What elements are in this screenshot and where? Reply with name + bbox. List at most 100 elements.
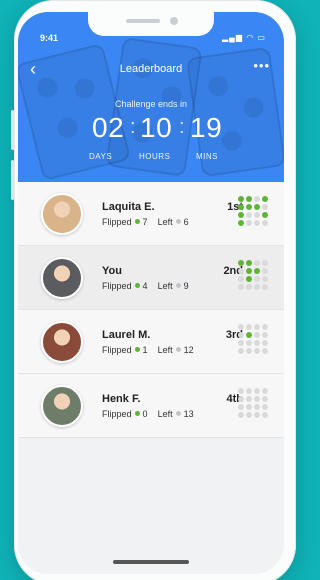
flipped-dot-icon — [134, 347, 140, 352]
player-stats: Flipped 7 Left 6 — [102, 217, 189, 227]
grid-cell — [262, 324, 268, 330]
grid-cell — [262, 212, 268, 218]
flipped-label: Flipped — [102, 409, 132, 419]
grid-cell — [238, 340, 244, 346]
progress-grid-icon — [238, 196, 270, 228]
grid-cell — [262, 220, 268, 226]
grid-cell — [254, 260, 260, 266]
countdown-separator: : — [130, 116, 136, 138]
more-icon[interactable]: ••• — [253, 58, 270, 73]
left-label: Left — [157, 409, 173, 419]
flipped-count: 4 — [142, 281, 148, 291]
leaderboard-row[interactable]: Laurel M. 3rd Flipped 1 Left 12 — [18, 310, 284, 374]
left-label: Left — [157, 217, 173, 227]
left-dot-icon — [175, 347, 181, 352]
speaker — [126, 19, 160, 23]
grid-cell — [254, 268, 260, 274]
avatar — [41, 321, 83, 363]
notch — [88, 12, 214, 36]
left-dot-icon — [175, 219, 181, 224]
left-count: 6 — [183, 217, 189, 227]
progress-grid-icon — [238, 260, 270, 292]
grid-cell — [246, 332, 252, 338]
grid-cell — [262, 276, 268, 282]
grid-cell — [262, 284, 268, 290]
grid-cell — [262, 396, 268, 402]
grid-cell — [238, 388, 244, 394]
flipped-label: Flipped — [102, 345, 132, 355]
grid-cell — [238, 276, 244, 282]
challenge-label: Challenge ends in — [114, 99, 188, 109]
mins-value: 19 — [190, 112, 223, 143]
leaderboard-header: 9:41 ▂▄▆ ◠ ▭ ‹ Leaderboard ••• Challenge… — [18, 12, 284, 182]
grid-cell — [262, 404, 268, 410]
grid-cell — [254, 284, 260, 290]
grid-cell — [238, 284, 244, 290]
grid-cell — [246, 388, 252, 394]
flipped-label: Flipped — [102, 217, 132, 227]
flipped-count: 7 — [142, 217, 148, 227]
grid-cell — [254, 348, 260, 354]
grid-cell — [238, 324, 244, 330]
grid-cell — [238, 196, 244, 202]
left-label: Left — [157, 281, 173, 291]
status-time: 9:41 — [40, 33, 59, 43]
home-indicator[interactable] — [113, 560, 189, 564]
grid-cell — [254, 220, 260, 226]
avatar — [41, 257, 83, 299]
left-count: 9 — [183, 281, 189, 291]
grid-cell — [246, 260, 252, 266]
grid-cell — [254, 324, 260, 330]
side-button — [11, 160, 14, 200]
grid-cell — [238, 260, 244, 266]
hours-value: 10 — [140, 112, 173, 143]
grid-cell — [238, 212, 244, 218]
status-icons: ▂▄▆ ◠ ▭ — [222, 33, 266, 42]
grid-cell — [246, 348, 252, 354]
leaderboard-row[interactable]: Laquita E. 1st Flipped 7 Left 6 — [18, 182, 284, 246]
flipped-dot-icon — [134, 283, 140, 288]
progress-grid-icon — [238, 324, 270, 356]
grid-cell — [238, 204, 244, 210]
grid-cell — [262, 412, 268, 418]
grid-cell — [246, 204, 252, 210]
countdown: 02 : 10 : 19 — [18, 112, 284, 152]
countdown-separator: : — [179, 116, 185, 138]
left-count: 12 — [183, 345, 194, 355]
grid-cell — [262, 196, 268, 202]
grid-cell — [238, 220, 244, 226]
grid-cell — [254, 204, 260, 210]
grid-cell — [262, 340, 268, 346]
days-value: 02 — [92, 112, 125, 143]
flipped-count: 0 — [142, 409, 148, 419]
grid-cell — [246, 404, 252, 410]
grid-cell — [246, 340, 252, 346]
grid-cell — [246, 412, 252, 418]
grid-cell — [262, 348, 268, 354]
flipped-dot-icon — [134, 411, 140, 416]
player-stats: Flipped 4 Left 9 — [102, 281, 189, 291]
grid-cell — [254, 196, 260, 202]
player-stats: Flipped 1 Left 12 — [102, 345, 194, 355]
player-stats: Flipped 0 Left 13 — [102, 409, 194, 419]
grid-cell — [254, 404, 260, 410]
grid-cell — [262, 268, 268, 274]
camera — [170, 17, 178, 25]
grid-cell — [262, 332, 268, 338]
leaderboard-row[interactable]: Henk F. 4th Flipped 0 Left 13 — [18, 374, 284, 438]
leaderboard-row[interactable]: You 2nd Flipped 4 Left 9 — [18, 246, 284, 310]
grid-cell — [246, 268, 252, 274]
grid-cell — [246, 284, 252, 290]
flipped-count: 1 — [142, 345, 148, 355]
player-name: Laquita E. — [102, 201, 155, 213]
grid-cell — [246, 276, 252, 282]
mins-label: MINS — [196, 152, 218, 161]
side-button — [11, 110, 14, 150]
page-title: Leaderboard — [119, 63, 183, 75]
grid-cell — [238, 404, 244, 410]
grid-cell — [254, 396, 260, 402]
grid-cell — [254, 332, 260, 338]
left-count: 13 — [183, 409, 194, 419]
grid-cell — [262, 204, 268, 210]
player-name: You — [102, 265, 122, 277]
